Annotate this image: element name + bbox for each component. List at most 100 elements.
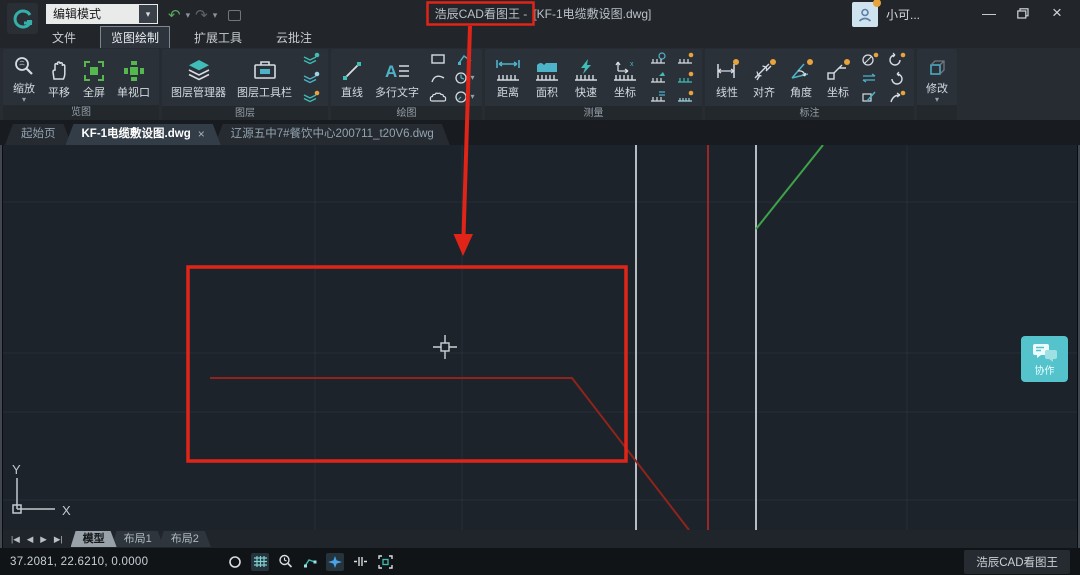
measure-mini-tools-2	[673, 50, 697, 105]
user-account[interactable]: 小可...	[852, 2, 920, 27]
snap-toggle-icon[interactable]	[326, 553, 344, 571]
nav-next-icon[interactable]: ▶	[40, 534, 47, 545]
dim-rotate-ccw-icon[interactable]	[885, 69, 909, 86]
mtext-button[interactable]: A 多行文字	[371, 54, 423, 101]
layout-tab-2[interactable]: 布局2	[159, 531, 211, 547]
measure-coordinate-button[interactable]: x 坐标	[607, 54, 643, 101]
dim-rotate-cw-icon[interactable]	[885, 50, 909, 67]
grid-toggle-icon[interactable]	[251, 553, 269, 571]
distance-icon	[494, 55, 522, 83]
svg-text:x: x	[630, 61, 634, 68]
polyline-mode-icon[interactable]	[301, 553, 319, 571]
cad-drawing-layer: Y X	[3, 145, 1077, 530]
layer-freeze-icon[interactable]	[299, 69, 323, 86]
nav-last-icon[interactable]: ▶|	[54, 534, 63, 545]
ribbon: 缩放 ▾ 平移 全屏 单视口 览图	[0, 48, 1080, 120]
layout-tab-model[interactable]: 模型	[71, 531, 117, 547]
line-icon	[340, 55, 364, 83]
layer-lock-icon[interactable]	[299, 88, 323, 105]
ellipse-tool-icon[interactable]: ▾	[453, 88, 477, 105]
arc-tool-icon[interactable]	[426, 69, 450, 86]
ribbon-group-draw: 直线 A 多行文字	[331, 49, 482, 120]
circle-tool-caret-icon[interactable]: ▾	[470, 73, 474, 82]
nav-prev-icon[interactable]: ◀	[27, 534, 34, 545]
menu-view-draw[interactable]: 览图绘制	[100, 26, 170, 49]
pan-button[interactable]: 平移	[43, 54, 75, 101]
ucs-y-label: Y	[12, 462, 21, 477]
menu-cloud-note[interactable]: 云批注	[266, 27, 322, 48]
ordinate-dim-icon	[825, 55, 851, 83]
layer-toolbar-button[interactable]: 图层工具栏	[233, 54, 296, 101]
crosshair-cursor	[433, 335, 457, 359]
menu-ext-tools[interactable]: 扩展工具	[184, 27, 252, 48]
ortho-toggle-icon[interactable]	[226, 553, 244, 571]
measure-angle-icon[interactable]	[646, 69, 670, 86]
measure-mini-tools-1	[646, 50, 670, 105]
measure-quick-button[interactable]: 快速	[568, 54, 604, 101]
circle-tool-icon[interactable]: ▾	[453, 69, 477, 86]
layout-tab-1[interactable]: 布局1	[112, 531, 164, 547]
window-title-highlighted: 浩辰CAD看图王 -	[429, 4, 534, 24]
tab-other-drawing[interactable]: 辽源五中7#餐饮中心200711_t20V6.dwg	[215, 124, 450, 145]
minimize-button[interactable]: —	[974, 2, 1004, 24]
layer-on-icon[interactable]	[299, 50, 323, 67]
layer-toolbar-icon	[252, 55, 278, 83]
dim-leader-icon[interactable]	[885, 88, 909, 105]
measure-pro-3-icon[interactable]	[673, 88, 697, 105]
revision-cloud-tool-icon[interactable]	[426, 88, 450, 105]
measure-radius-icon[interactable]	[646, 50, 670, 67]
restore-button[interactable]	[1008, 2, 1038, 24]
rectangle-tool-icon[interactable]	[426, 50, 450, 67]
ribbon-group-view: 缩放 ▾ 平移 全屏 单视口 览图	[3, 49, 159, 120]
ribbon-group-label-measure: 测量	[485, 106, 702, 121]
mtext-icon: A	[384, 55, 410, 83]
measure-list-icon[interactable]	[646, 88, 670, 105]
isolate-objects-icon[interactable]	[351, 553, 369, 571]
fullscreen-icon	[82, 55, 106, 83]
single-viewport-button[interactable]: 单视口	[113, 54, 154, 101]
polyline-tool-icon[interactable]	[453, 50, 477, 67]
menu-file[interactable]: 文件	[42, 27, 86, 48]
dim-linear-button[interactable]: 线性	[710, 54, 744, 101]
line-button[interactable]: 直线	[336, 54, 368, 101]
status-app-name: 浩辰CAD看图王	[964, 550, 1070, 574]
ribbon-group-label-draw: 绘图	[331, 106, 482, 121]
clean-screen-icon[interactable]	[376, 553, 394, 571]
document-tab-bar: 起始页 KF-1电缆敷设图.dwg × 辽源五中7#餐饮中心200711_t20…	[0, 120, 1080, 145]
dim-continue-icon[interactable]	[858, 69, 882, 86]
dim-edit-icon[interactable]	[858, 88, 882, 105]
ribbon-group-layer: 图层管理器 图层工具栏 图层	[162, 49, 328, 120]
ribbon-group-modify: 修改 ▾	[917, 49, 957, 120]
coordinate-icon: x	[611, 55, 639, 83]
measure-pro-2-icon[interactable]	[673, 69, 697, 86]
dim-diameter-icon[interactable]	[858, 50, 882, 67]
single-viewport-icon	[122, 55, 146, 83]
layer-manager-button[interactable]: 图层管理器	[167, 54, 230, 101]
collaborate-label: 协作	[1035, 362, 1055, 377]
tab-start-page[interactable]: 起始页	[5, 124, 72, 145]
modify-button[interactable]: 修改 ▾	[922, 50, 952, 104]
zoom-caret-icon: ▾	[22, 97, 26, 103]
dim-ordinate-button[interactable]: 坐标	[821, 54, 855, 101]
measure-area-button[interactable]: 面积	[529, 54, 565, 101]
status-toggles	[226, 553, 394, 571]
layer-manager-icon	[186, 55, 212, 83]
close-button[interactable]: ×	[1042, 2, 1072, 24]
dim-aligned-button[interactable]: 对齐	[747, 54, 781, 101]
zoom-extents-icon[interactable]	[276, 553, 294, 571]
dim-angle-button[interactable]: 角度	[784, 54, 818, 101]
measure-distance-button[interactable]: 距离	[490, 54, 526, 101]
collaborate-button[interactable]: 协作	[1021, 336, 1068, 382]
menu-bar: 文件 览图绘制 扩展工具 云批注	[42, 27, 322, 48]
tab-current-drawing[interactable]: KF-1电缆敷设图.dwg ×	[66, 124, 221, 145]
drawing-canvas[interactable]: Y X	[3, 145, 1077, 530]
user-avatar[interactable]	[852, 2, 878, 27]
nav-first-icon[interactable]: |◀	[11, 534, 20, 545]
zoom-button[interactable]: 缩放 ▾	[8, 50, 40, 104]
layout-tab-bar: |◀ ◀ ▶ ▶| 模型 布局1 布局2	[3, 530, 1077, 548]
tab-close-icon[interactable]: ×	[198, 124, 205, 145]
fullscreen-button[interactable]: 全屏	[78, 54, 110, 101]
measure-pro-1-icon[interactable]	[673, 50, 697, 67]
titlebar: 编辑模式 ▾ ↶ ▾ ↷ ▾ 浩辰CAD看图王 -[KF-1电缆敷设图.dwg]…	[0, 0, 1080, 48]
ellipse-tool-caret-icon[interactable]: ▾	[470, 92, 474, 101]
